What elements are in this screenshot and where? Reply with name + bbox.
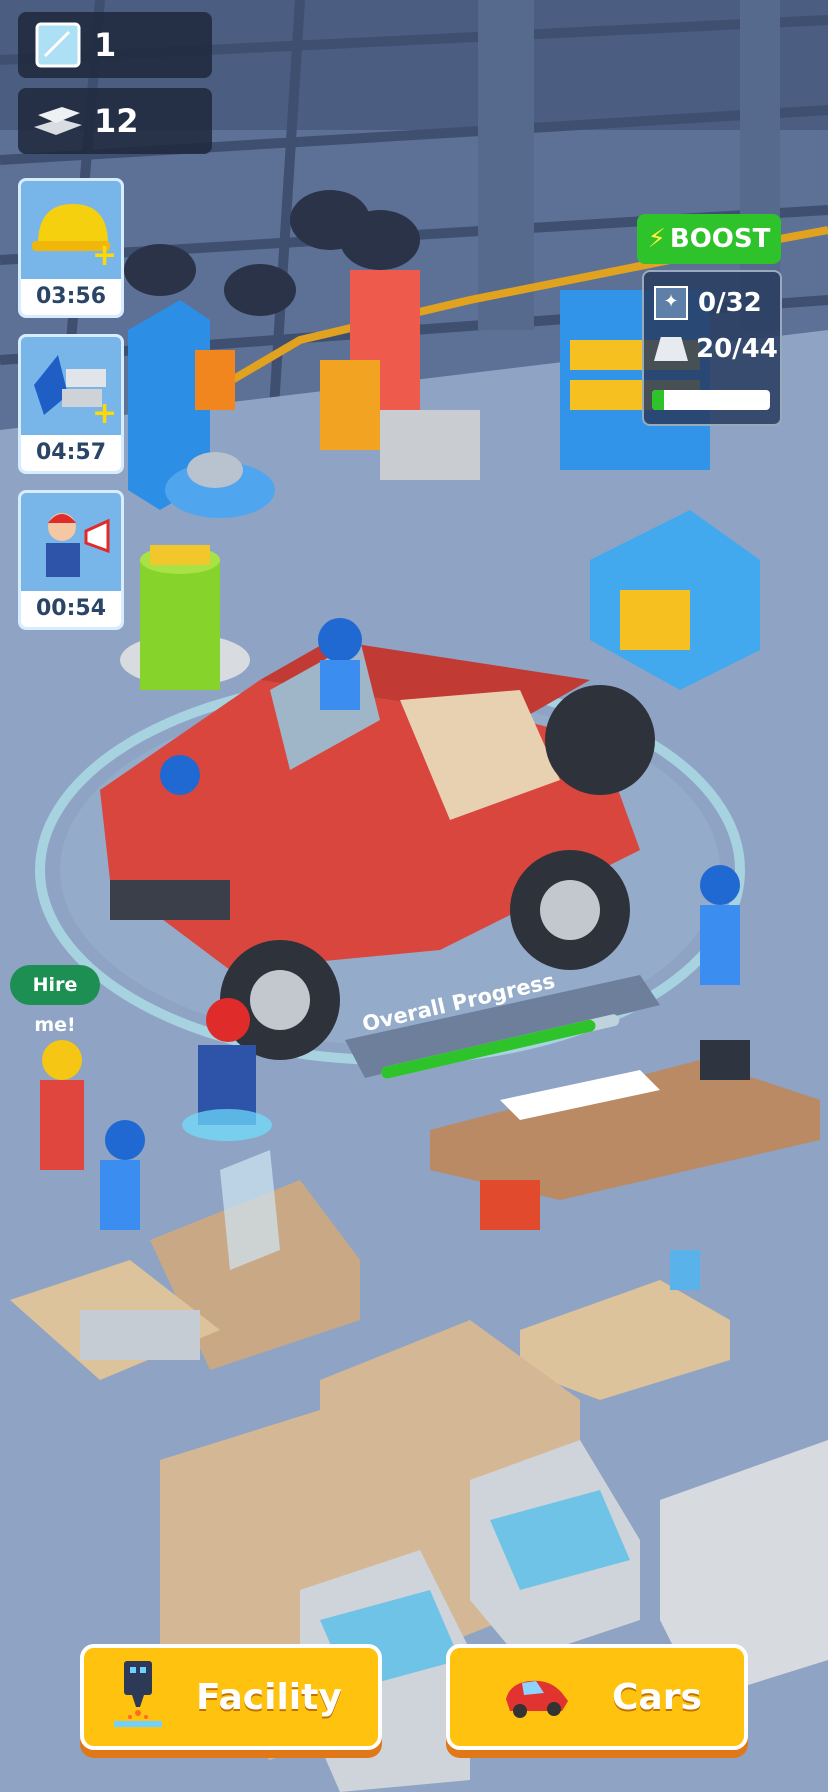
facility-label: Facility [196,1676,342,1718]
facility-button[interactable]: Facility [80,1644,382,1750]
red-car-icon [500,1669,572,1725]
overall-progress-bar [381,1014,620,1079]
machine-icon [110,1657,166,1737]
overall-progress-fill [381,1019,596,1079]
cars-button[interactable]: Cars [446,1644,748,1750]
cars-label: Cars [612,1676,702,1718]
